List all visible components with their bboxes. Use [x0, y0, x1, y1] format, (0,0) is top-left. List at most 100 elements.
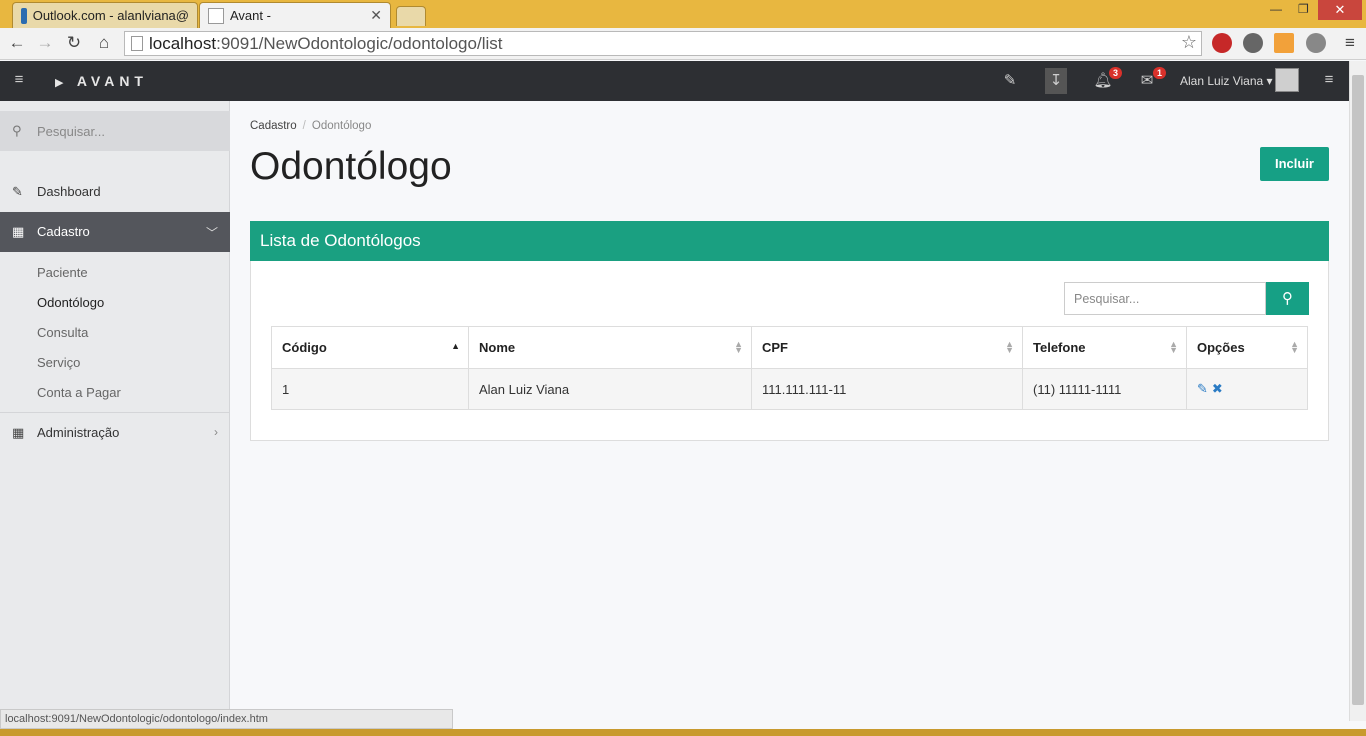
pencil-icon: ✎ [12, 184, 23, 199]
column-header-telefone[interactable]: Telefone ▲ ▼ [1022, 326, 1187, 369]
sidebar-subitem-consulta[interactable]: Consulta [37, 325, 88, 340]
list-panel: Lista de Odontólogos Pesquisar... ⚲ Códi… [250, 221, 1329, 441]
avatar[interactable] [1275, 68, 1299, 92]
notification-badge: 3 [1108, 67, 1122, 79]
cell-telefone: (11) 11111-1111 [1022, 368, 1187, 410]
column-header-codigo[interactable]: Código ▲ [271, 326, 469, 369]
grid-icon: ▦ [12, 425, 25, 440]
status-bar: localhost:9091/NewOdontologic/odontologo… [0, 709, 453, 729]
column-header-label: CPF [762, 340, 788, 355]
column-header-opcoes[interactable]: Opções ▲ ▼ [1186, 326, 1308, 369]
table-search-placeholder: Pesquisar... [1074, 292, 1140, 306]
user-menu[interactable]: Alan Luiz Viana ▾ [1180, 74, 1273, 88]
brand-logo[interactable]: ▶ AVANT [55, 73, 148, 89]
browser-tab-label: Outlook.com - alanlviana@ [32, 8, 189, 23]
sidebar-item-cadastro[interactable]: ▦ Cadastro ﹀ [0, 212, 230, 252]
column-header-label: Nome [479, 340, 516, 355]
extension-icon[interactable] [1306, 33, 1326, 53]
cell-cpf: 111.111.111-11 [751, 368, 1023, 410]
sidebar-search-input[interactable]: ⚲ Pesquisar... [0, 111, 230, 151]
browser-tab-avant[interactable]: Avant - ✕ [199, 2, 391, 28]
extension-icon[interactable] [1274, 33, 1294, 53]
column-header-label: Telefone [1033, 340, 1086, 355]
sidebar-subitem-odontologo[interactable]: Odontólogo [37, 295, 104, 310]
back-icon[interactable]: ← [6, 32, 28, 54]
browser-tab-strip: Outlook.com - alanlviana@ Avant - ✕ — ❐ … [0, 0, 1366, 28]
sort-icon: ▲ ▼ [1290, 339, 1299, 355]
sort-icon: ▲ ▼ [1169, 339, 1178, 355]
envelope-icon[interactable]: ✉ 1 [1136, 67, 1166, 91]
table-row: 1 Alan Luiz Viana 111.111.111-11 (11) 11… [271, 368, 1308, 410]
flag-icon: ▶ [55, 77, 69, 89]
add-button[interactable]: Incluir [1260, 147, 1329, 181]
sidebar-item-administracao[interactable]: ▦ Administração › [0, 412, 230, 452]
sidebar-item-label: Cadastro [37, 224, 90, 239]
cell-nome: Alan Luiz Viana [468, 368, 752, 410]
search-icon: ⚲ [1282, 290, 1293, 307]
url-path: :9091/NewOdontologic/odontologo/list [216, 34, 503, 53]
download-icon[interactable]: ↧ [1045, 68, 1067, 94]
address-toolbar: ← → ↻ ⌂ localhost:9091/NewOdontologic/od… [0, 28, 1366, 60]
breadcrumb-current: Odontólogo [311, 120, 372, 132]
window-close-button[interactable]: ✕ [1318, 0, 1362, 20]
panel-title: Lista de Odontólogos [250, 221, 1329, 261]
sidebar-subitem-servico[interactable]: Serviço [37, 355, 80, 370]
app-topbar: ≡ ▶ AVANT ✎ ↧ 🔔︎ 3 ✉ 1 Alan Luiz Viana ▾ ≡ [0, 61, 1349, 101]
breadcrumb: Cadastro / Odontólogo [250, 120, 372, 132]
odontologo-table: Código ▲ Nome ▲ ▼ CPF ▲ ▼ Telefone ▲ ▼ Opções ▲ ▼… [271, 326, 1308, 410]
home-icon[interactable]: ⌂ [93, 32, 115, 54]
search-icon: ⚲ [12, 123, 22, 138]
extension-icon[interactable] [1243, 33, 1263, 53]
os-taskbar [0, 729, 1366, 736]
browser-tab-outlook[interactable]: Outlook.com - alanlviana@ [12, 2, 198, 28]
cell-opcoes: ✎ ✖ [1186, 368, 1308, 410]
sidebar-item-label: Dashboard [37, 184, 101, 199]
sidebar-toggle-icon[interactable]: ≡ [8, 71, 30, 91]
sidebar-item-label: Administração [37, 425, 120, 440]
sidebar-subitem-paciente[interactable]: Paciente [37, 265, 88, 280]
sort-asc-icon: ▲ [451, 341, 460, 351]
maximize-icon[interactable]: ❐ [1298, 2, 1309, 16]
close-tab-icon[interactable]: ✕ [370, 7, 382, 24]
sidebar: ⚲ Pesquisar... ✎ Dashboard ▦ Cadastro ﹀ … [0, 101, 230, 721]
column-header-label: Opções [1197, 340, 1245, 355]
menu-icon[interactable]: ≡ [1318, 71, 1340, 91]
chevron-right-icon: › [214, 425, 218, 439]
column-header-nome[interactable]: Nome ▲ ▼ [468, 326, 752, 369]
minimize-icon[interactable]: — [1270, 2, 1282, 16]
grid-icon: ▦ [12, 224, 25, 239]
url-host: localhost [149, 34, 217, 53]
caret-down-icon: ▾ [1266, 74, 1273, 88]
message-badge: 1 [1152, 67, 1166, 79]
outlook-icon [21, 7, 27, 24]
sidebar-subitem-conta-a-pagar[interactable]: Conta a Pagar [37, 385, 121, 400]
new-tab-button[interactable] [396, 6, 426, 26]
sidebar-item-dashboard[interactable]: ✎ Dashboard [0, 172, 230, 212]
column-header-cpf[interactable]: CPF ▲ ▼ [751, 326, 1023, 369]
delete-icon[interactable]: ✖ [1212, 381, 1223, 396]
magic-wand-icon[interactable]: ✎ [999, 71, 1021, 91]
edit-icon[interactable]: ✎ [1197, 381, 1208, 396]
page-icon [208, 7, 224, 24]
brand-label: AVANT [76, 73, 148, 89]
search-placeholder: Pesquisar... [37, 124, 105, 139]
breadcrumb-parent[interactable]: Cadastro [250, 120, 297, 132]
table-search-input[interactable]: Pesquisar... [1064, 282, 1266, 315]
user-name: Alan Luiz Viana [1180, 74, 1264, 88]
chevron-down-icon: ﹀ [205, 226, 218, 240]
column-header-label: Código [282, 340, 327, 355]
main-content: Cadastro / Odontólogo Odontólogo Incluir L… [231, 101, 1349, 721]
url-input[interactable]: localhost:9091/NewOdontologic/odontologo… [124, 31, 1202, 56]
bell-icon[interactable]: 🔔︎ 3 [1092, 67, 1122, 91]
browser-tab-label: Avant - [230, 8, 271, 23]
browser-menu-icon[interactable]: ≡ [1339, 32, 1361, 54]
table-search-button[interactable]: ⚲ [1266, 282, 1309, 315]
adblock-icon[interactable] [1212, 33, 1232, 53]
scrollbar-thumb[interactable] [1352, 75, 1364, 705]
forward-icon[interactable]: → [34, 32, 56, 54]
bookmark-star-icon[interactable]: ☆ [1181, 31, 1197, 54]
sort-icon: ▲ ▼ [734, 339, 743, 355]
reload-icon[interactable]: ↻ [63, 32, 85, 54]
page-scrollbar[interactable] [1349, 61, 1366, 721]
page-title: Odontólogo [250, 145, 452, 188]
